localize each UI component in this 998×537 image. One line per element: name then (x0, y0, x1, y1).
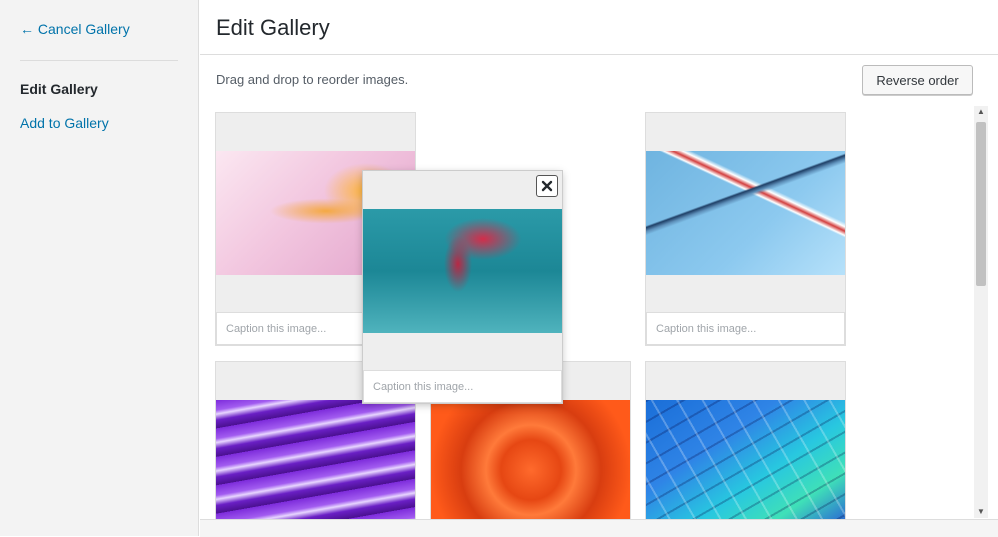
dragging-gallery-item[interactable] (363, 171, 562, 403)
reorder-instructions: Drag and drop to reorder images. (216, 72, 409, 87)
header-divider (200, 54, 998, 55)
caption-input[interactable] (646, 312, 845, 345)
bottom-toolbar (200, 519, 998, 537)
purple-layers-image (216, 400, 415, 524)
sidebar-item-edit-gallery[interactable]: Edit Gallery (20, 81, 98, 97)
reverse-order-button[interactable]: Reverse order (862, 65, 973, 95)
scrollbar-thumb[interactable] (976, 122, 986, 286)
cancel-gallery-link[interactable]: ← Cancel Gallery (20, 21, 130, 37)
remove-image-button[interactable] (536, 175, 558, 197)
blue-car-image (646, 151, 845, 275)
sidebar-divider (20, 60, 178, 61)
page-title: Edit Gallery (216, 15, 330, 40)
sidebar-item-add-to-gallery[interactable]: Add to Gallery (20, 115, 109, 131)
sidebar: ← Cancel Gallery Edit Gallery Add to Gal… (0, 0, 199, 536)
caption-input[interactable] (363, 370, 562, 403)
red-flower-teal-image (363, 209, 562, 333)
scrollbar[interactable]: ▲ ▼ (974, 106, 988, 518)
scroll-down-arrow-icon[interactable]: ▼ (974, 506, 988, 518)
gallery-item[interactable] (646, 362, 845, 536)
blue-balloon-image (646, 400, 845, 524)
scroll-up-arrow-icon[interactable]: ▲ (974, 106, 988, 118)
orange-swirl-image (431, 400, 630, 524)
gallery-item[interactable] (646, 113, 845, 345)
close-icon (541, 180, 553, 192)
